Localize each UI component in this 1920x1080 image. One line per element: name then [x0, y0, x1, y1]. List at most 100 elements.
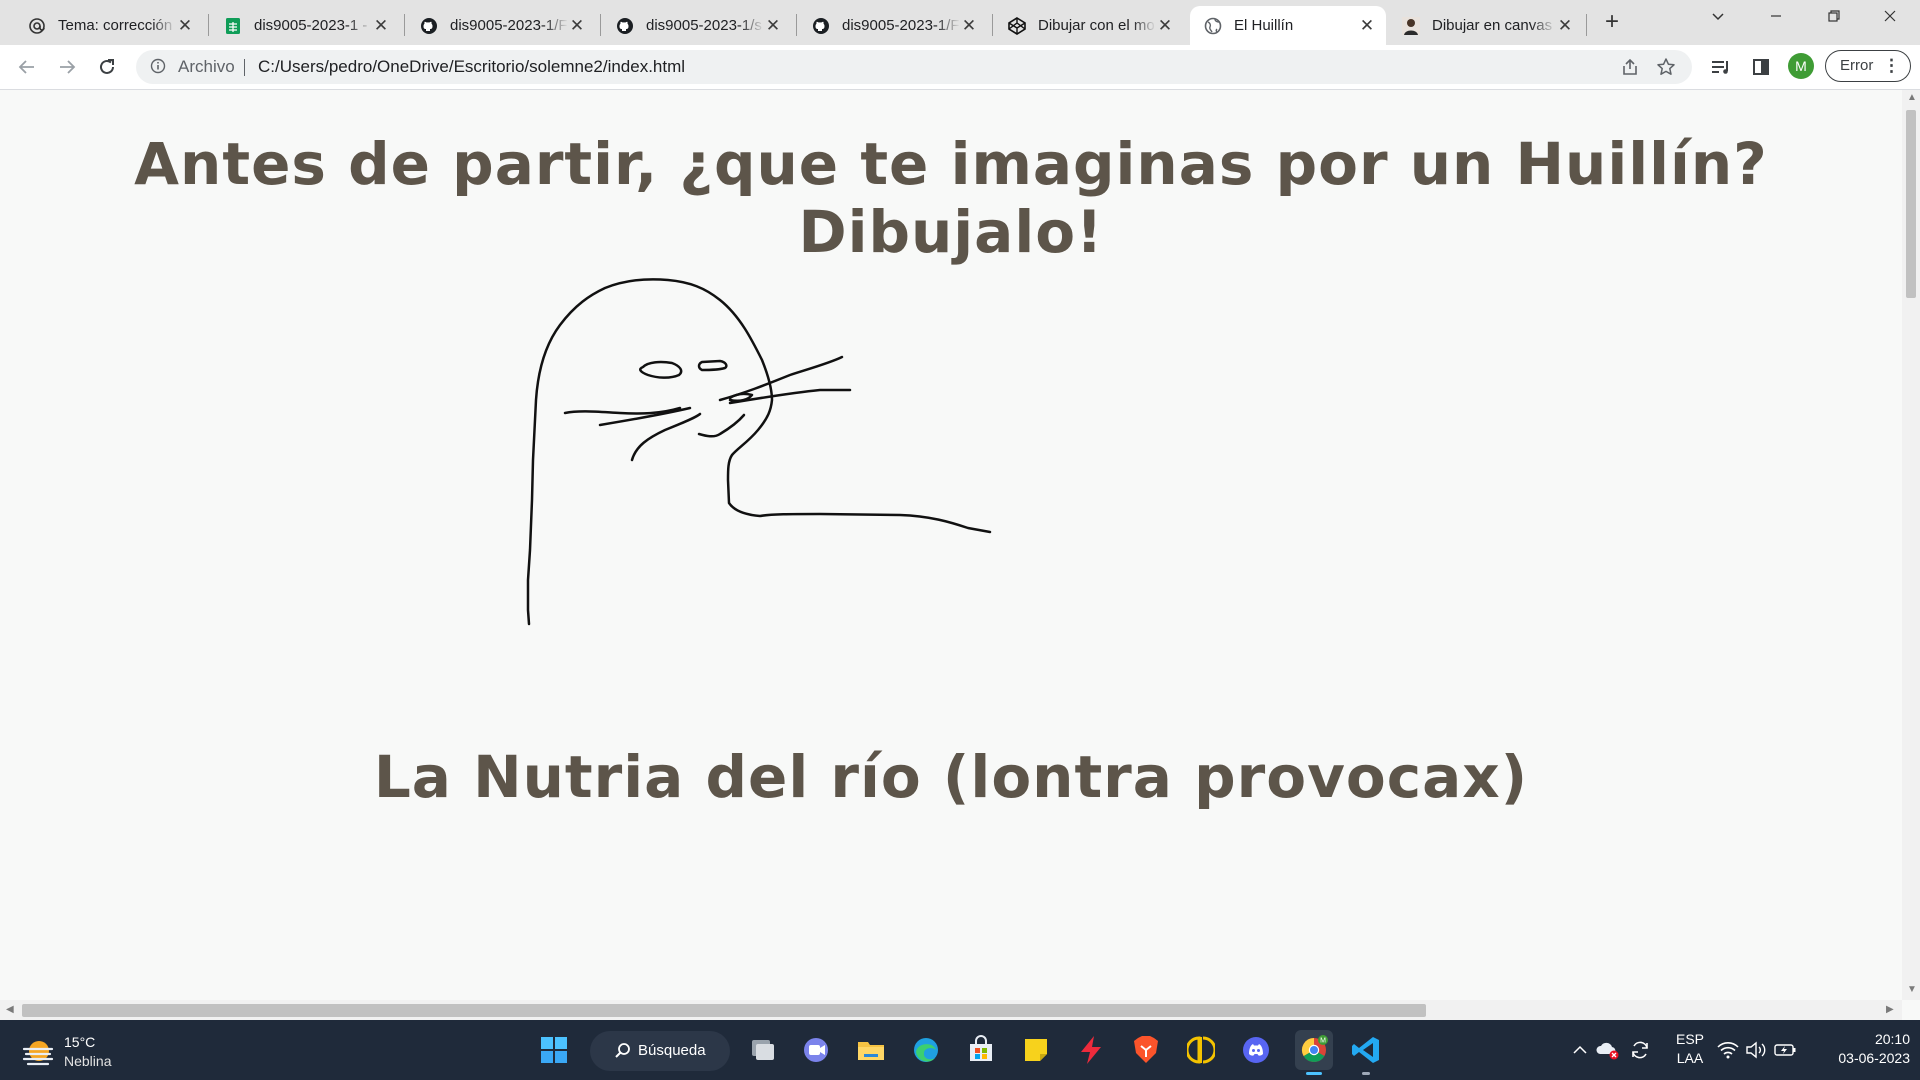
start-button[interactable]	[538, 1034, 570, 1066]
scroll-right-icon[interactable]: ▶	[1886, 1004, 1894, 1015]
horizontal-scrollbar[interactable]: ◀ ▶	[0, 1000, 1902, 1020]
tab-separator	[600, 14, 601, 36]
chevron-up-icon	[1573, 1045, 1587, 1054]
address-url[interactable]: C:/Users/pedro/OneDrive/Escritorio/solem…	[258, 50, 685, 84]
new-tab-button[interactable]: +	[1598, 8, 1626, 36]
tab-close-icon[interactable]: ✕	[764, 16, 782, 35]
address-scheme-label: Archivo	[178, 57, 235, 76]
tab-codepen[interactable]: Dibujar con el mo ✕	[994, 6, 1184, 45]
profile-avatar[interactable]: M	[1788, 53, 1814, 79]
teams-chat-button[interactable]	[800, 1034, 832, 1066]
reload-button[interactable]	[93, 53, 121, 81]
vertical-scroll-thumb[interactable]	[1906, 110, 1916, 298]
scroll-left-icon[interactable]: ◀	[6, 1004, 14, 1015]
wifi-button[interactable]	[1716, 1034, 1740, 1066]
taskbar-clock[interactable]: 20:10 03-06-2023	[1814, 1030, 1910, 1068]
share-icon[interactable]	[1620, 57, 1640, 77]
star-icon[interactable]	[1656, 57, 1676, 77]
edge-icon	[914, 1038, 938, 1062]
forward-button[interactable]	[53, 53, 81, 81]
brave-icon	[1134, 1036, 1158, 1063]
tab-close-icon[interactable]: ✕	[568, 16, 586, 35]
volume-icon	[1746, 1041, 1766, 1059]
chrome-button[interactable]: M	[1295, 1030, 1333, 1070]
close-icon	[1884, 10, 1896, 22]
close-window-button[interactable]	[1870, 4, 1910, 34]
info-icon[interactable]	[150, 58, 166, 74]
show-hidden-icons-button[interactable]	[1572, 1034, 1588, 1066]
tab-separator	[796, 14, 797, 36]
store-icon	[970, 1035, 992, 1061]
arrow-right-icon	[60, 60, 76, 74]
side-panel-button[interactable]	[1747, 53, 1775, 81]
drawing-stroke-whisker-left-2	[598, 406, 692, 427]
side-panel-icon	[1753, 59, 1769, 75]
discord-button[interactable]	[1240, 1034, 1272, 1066]
tab-tema-correccion[interactable]: Tema: corrección ✕	[14, 6, 204, 45]
tab-search-button[interactable]	[1698, 4, 1738, 34]
tab-title: El Huillín	[1234, 17, 1294, 34]
language-indicator[interactable]: ESP LAA	[1672, 1030, 1708, 1068]
sync-button[interactable]	[1628, 1034, 1652, 1066]
tab-strip: Tema: corrección ✕ dis9005-2023-1 - ✕ di…	[0, 0, 1920, 45]
horizontal-scroll-thumb[interactable]	[22, 1004, 1426, 1017]
sync-icon	[1632, 1041, 1648, 1059]
tab-close-icon[interactable]: ✕	[372, 16, 390, 35]
error-button[interactable]: Error ⋮	[1825, 50, 1911, 82]
task-view-icon	[752, 1040, 774, 1060]
reading-list-button[interactable]	[1707, 53, 1735, 81]
taskbar-search[interactable]: Búsqueda	[590, 1031, 730, 1071]
edge-button[interactable]	[910, 1034, 942, 1066]
drawing-stroke-left-eye	[639, 360, 683, 379]
wacom-button[interactable]	[1185, 1034, 1217, 1066]
brave-button[interactable]	[1130, 1034, 1162, 1066]
scroll-up-icon[interactable]: ▲	[1907, 92, 1917, 103]
tab-close-icon[interactable]: ✕	[1556, 16, 1574, 35]
address-bar[interactable]: Archivo C:/Users/pedro/OneDrive/Escritor…	[136, 50, 1692, 84]
arrow-left-icon	[18, 60, 34, 74]
lightning-app-button[interactable]	[1075, 1034, 1107, 1066]
tab-close-icon[interactable]: ✕	[176, 16, 194, 35]
teams-icon	[804, 1038, 828, 1062]
tab-dibujar-canvas[interactable]: Dibujar en canvas ✕	[1388, 6, 1584, 45]
media-playlist-icon	[1712, 61, 1728, 74]
file-explorer-button[interactable]	[855, 1034, 887, 1066]
fog-icon	[22, 1041, 54, 1066]
tab-title: Tema: corrección	[58, 17, 173, 34]
vscode-button[interactable]	[1350, 1034, 1382, 1066]
weather-widget[interactable]: 15°C Neblina	[22, 1034, 162, 1070]
tab-github-1[interactable]: dis9005-2023-1/F ✕	[406, 6, 596, 45]
chevron-down-icon	[1712, 13, 1724, 21]
vertical-scrollbar[interactable]: ▲ ▼	[1902, 90, 1920, 1000]
back-button[interactable]	[13, 53, 41, 81]
address-divider	[244, 59, 245, 76]
tab-spreadsheet[interactable]: dis9005-2023-1 - ✕	[210, 6, 400, 45]
task-view-button[interactable]	[746, 1034, 778, 1066]
drawing-canvas[interactable]	[0, 250, 1902, 800]
windows-taskbar: 15°C Neblina Búsqueda M ESP LAA 20:10 03…	[0, 1020, 1920, 1080]
microsoft-store-button[interactable]	[965, 1034, 997, 1066]
drawing-stroke-body	[526, 278, 992, 626]
minimize-icon	[1771, 15, 1781, 17]
windows-start-icon	[541, 1037, 567, 1063]
tab-title: dis9005-2023-1 -	[254, 17, 368, 34]
tab-close-icon[interactable]: ✕	[1156, 16, 1174, 35]
battery-button[interactable]	[1772, 1034, 1798, 1066]
wacom-icon	[1187, 1036, 1215, 1064]
restore-button[interactable]	[1814, 4, 1854, 34]
onedrive-error-button[interactable]	[1596, 1034, 1620, 1066]
tab-title: Dibujar con el mo	[1038, 17, 1155, 34]
minimize-button[interactable]	[1756, 4, 1796, 34]
tab-close-icon[interactable]: ✕	[960, 16, 978, 35]
page-viewport: Antes de partir, ¿que te imaginas por un…	[0, 90, 1902, 1000]
tab-title: dis9005-2023-1/F	[842, 17, 960, 34]
more-vert-icon[interactable]: ⋮	[1883, 51, 1900, 80]
sticky-notes-button[interactable]	[1020, 1034, 1052, 1066]
tab-github-2[interactable]: dis9005-2023-1/s ✕	[602, 6, 792, 45]
tab-el-huillin[interactable]: El Huillín ✕	[1190, 6, 1386, 45]
tab-close-icon[interactable]: ✕	[1358, 16, 1376, 35]
battery-charging-icon	[1774, 1044, 1796, 1056]
volume-button[interactable]	[1744, 1034, 1768, 1066]
tab-github-3[interactable]: dis9005-2023-1/F ✕	[798, 6, 988, 45]
scroll-down-icon[interactable]: ▼	[1907, 984, 1917, 995]
